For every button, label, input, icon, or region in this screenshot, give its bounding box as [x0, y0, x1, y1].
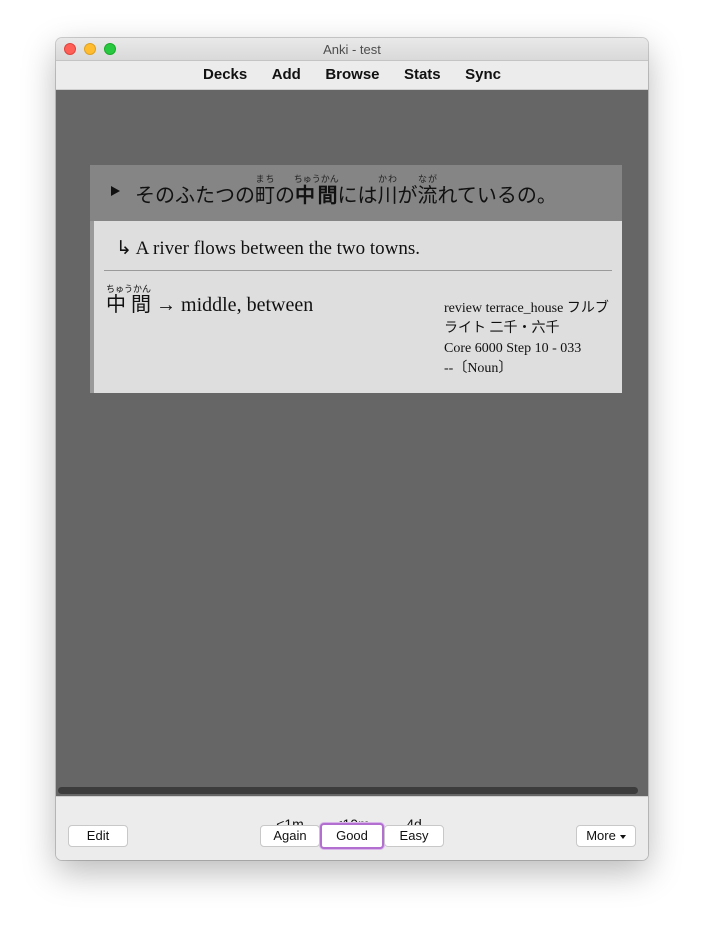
furigana-word: 流なが: [417, 175, 438, 207]
furigana-word: 町まち: [255, 175, 275, 207]
card-front: そのふたつの町まちの中間ちゅうかんには川かわが流ながれているの。: [90, 165, 622, 221]
toolbar-browse[interactable]: Browse: [325, 61, 379, 89]
again-button[interactable]: Again: [260, 825, 320, 847]
card-back: ↳ A river flows between the two towns. 中…: [90, 221, 622, 393]
tag-line: Core 6000 Step 10 - 033: [444, 341, 582, 356]
sentence-text: には: [337, 183, 378, 207]
horizontal-scrollbar[interactable]: [58, 787, 638, 794]
title-bar[interactable]: Anki - test: [56, 38, 648, 61]
answer-divider: [104, 270, 612, 271]
furigana-word: 中間ちゅうかん: [293, 175, 339, 207]
anki-window: Anki - test Decks Add Browse Stats Sync …: [56, 38, 648, 860]
sentence-text: そのふたつの: [135, 183, 255, 207]
vocab-entry: 中 間ちゅうかん → middle, between: [106, 285, 313, 317]
toolbar-decks[interactable]: Decks: [203, 61, 247, 89]
edit-button[interactable]: Edit: [68, 825, 128, 847]
tag-line: --〔Noun〕: [444, 361, 513, 376]
window-title: Anki - test: [323, 42, 381, 57]
sentence-text: れているの。: [437, 183, 557, 207]
dropdown-caret-icon: [619, 834, 626, 839]
sentence-text: が: [397, 183, 418, 207]
answer-bar: Edit <1m <10m 4d Again Good Easy More: [56, 796, 648, 860]
main-toolbar: Decks Add Browse Stats Sync: [56, 61, 648, 90]
card-tags: review terrace_house フルブライト 二千・六千 Core 6…: [444, 299, 616, 379]
review-area: そのふたつの町まちの中間ちゅうかんには川かわが流ながれているの。 ↳ A riv…: [56, 90, 648, 835]
tag-line: review terrace_house フルブライト 二千・六千: [444, 301, 609, 336]
more-button[interactable]: More: [576, 825, 636, 847]
toolbar-stats[interactable]: Stats: [404, 61, 441, 89]
toolbar-sync[interactable]: Sync: [465, 61, 501, 89]
easy-button[interactable]: Easy: [384, 825, 444, 847]
furigana-word: 川かわ: [377, 175, 398, 207]
play-audio-icon[interactable]: [111, 186, 120, 196]
vocab-word: 中 間ちゅうかん: [106, 285, 152, 316]
english-translation: ↳ A river flows between the two towns.: [116, 238, 421, 259]
flashcard: そのふたつの町まちの中間ちゅうかんには川かわが流ながれているの。 ↳ A riv…: [90, 165, 622, 393]
vocab-meaning: → middle, between: [156, 294, 314, 316]
japanese-sentence: そのふたつの町まちの中間ちゅうかんには川かわが流ながれているの。: [135, 175, 557, 208]
good-button[interactable]: Good: [320, 823, 384, 849]
sentence-text: の: [275, 183, 295, 207]
toolbar-add[interactable]: Add: [272, 61, 301, 89]
more-label: More: [586, 828, 616, 843]
